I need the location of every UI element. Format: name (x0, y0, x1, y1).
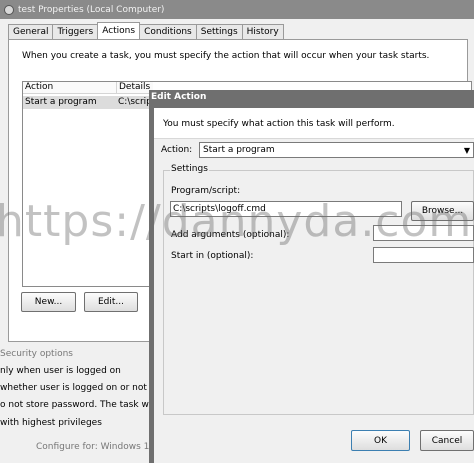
cancel-button[interactable]: Cancel (420, 430, 474, 451)
column-action[interactable]: Action (25, 82, 53, 93)
tab-triggers[interactable]: Triggers (52, 24, 99, 39)
start-in-label: Start in (optional): (171, 251, 254, 261)
row-action: Start a program (25, 97, 97, 107)
actions-intro-text: When you create a task, you must specify… (22, 51, 430, 61)
ok-button[interactable]: OK (351, 430, 410, 451)
column-details[interactable]: Details (116, 82, 150, 93)
tab-settings[interactable]: Settings (195, 24, 243, 39)
tab-general[interactable]: General (8, 24, 54, 39)
new-action-button[interactable]: New... (21, 292, 76, 312)
edit-action-button[interactable]: Edit... (84, 292, 138, 312)
option-highest-privileges[interactable]: with highest privileges (0, 418, 102, 428)
action-dropdown-value: Start a program (203, 145, 275, 155)
dialog-intro-text: You must specify what action this task w… (163, 119, 395, 129)
tab-actions[interactable]: Actions (97, 22, 141, 39)
program-script-label: Program/script: (171, 186, 241, 196)
action-dropdown[interactable]: Start a program ▼ (199, 142, 474, 158)
action-label: Action: (161, 145, 193, 155)
task-scheduler-icon (4, 4, 14, 15)
configure-for-label: Configure for: Windows 10 (36, 442, 156, 452)
properties-title-bar: test Properties (Local Computer) (0, 0, 474, 19)
table-row[interactable]: Start a program C:\scrip (23, 96, 153, 109)
browse-button[interactable]: Browse... (411, 201, 474, 221)
tab-history[interactable]: History (241, 24, 284, 39)
properties-tabs: General Triggers Actions Conditions Sett… (8, 22, 284, 39)
add-arguments-label: Add arguments (optional): (171, 230, 290, 240)
option-logged-on-or-not[interactable]: whether user is logged on or not (0, 383, 147, 393)
dialog-title: Edit Action (151, 92, 207, 102)
security-options-heading: Security options (0, 349, 73, 359)
actions-list-header: Action Details (23, 82, 153, 94)
settings-legend: Settings (170, 164, 209, 174)
properties-title: test Properties (Local Computer) (18, 4, 165, 15)
option-no-store-password[interactable]: o not store password. The task will o (0, 400, 165, 410)
chevron-down-icon[interactable]: ▼ (461, 143, 473, 157)
start-in-input[interactable] (373, 247, 474, 263)
row-details: C:\scrip (118, 97, 152, 107)
program-script-input[interactable]: C:\scripts\logoff.cmd (170, 201, 402, 217)
add-arguments-input[interactable] (373, 225, 474, 241)
option-logged-on[interactable]: nly when user is logged on (0, 366, 121, 376)
tab-conditions[interactable]: Conditions (139, 24, 197, 39)
